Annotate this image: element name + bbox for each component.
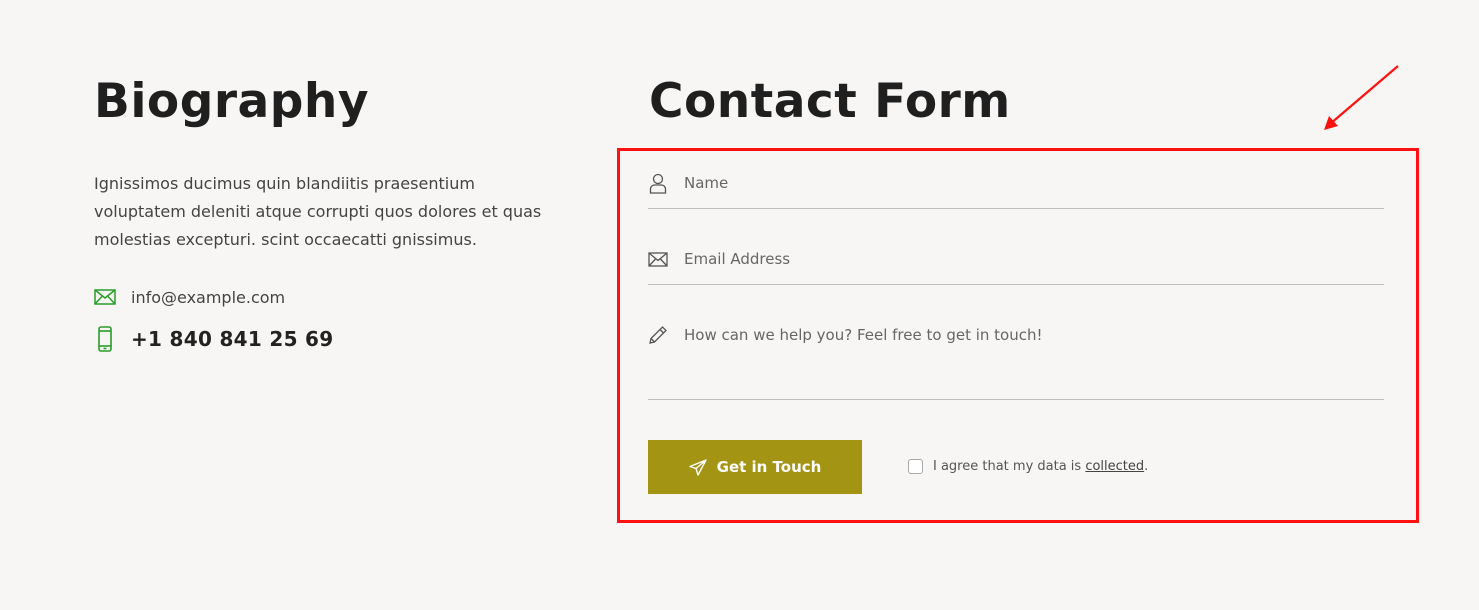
biography-title: Biography [94, 74, 370, 129]
envelope-icon [94, 284, 116, 310]
phone-icon [94, 326, 116, 352]
highlight-box [617, 148, 1419, 523]
biography-text: Ignissimos ducimus quin blandiitis praes… [94, 174, 542, 249]
contact-email[interactable]: info@example.com [131, 288, 285, 307]
page: Biography Ignissimos ducimus quin blandi… [0, 0, 1479, 610]
contact-email-row[interactable]: info@example.com [94, 284, 285, 310]
contact-phone[interactable]: +1 840 841 25 69 [131, 327, 334, 351]
arrow-annotation [1324, 65, 1399, 130]
contact-form-title: Contact Form [649, 74, 1011, 129]
contact-phone-row[interactable]: +1 840 841 25 69 [94, 326, 334, 352]
